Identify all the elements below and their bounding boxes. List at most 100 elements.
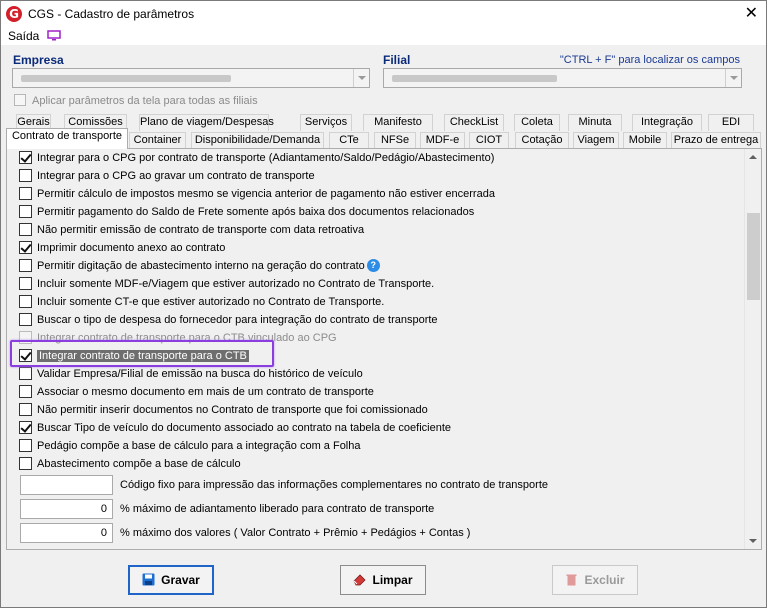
option-row[interactable]: Imprimir documento anexo ao contrato bbox=[19, 241, 225, 256]
option-label: Incluir somente MDF-e/Viagem que estiver… bbox=[37, 278, 435, 290]
window-title: CGS - Cadastro de parâmetros bbox=[28, 7, 195, 21]
tab-cota-o[interactable]: Cotação bbox=[515, 132, 569, 149]
option-label: Incluir somente CT-e que estiver autoriz… bbox=[37, 296, 385, 308]
trash-icon bbox=[566, 574, 577, 586]
option-row[interactable]: Validar Empresa/Filial de emissão na bus… bbox=[19, 367, 363, 382]
option-label: Permitir pagamento do Saldo de Frete som… bbox=[37, 206, 475, 218]
tab-mdf-e[interactable]: MDF-e bbox=[420, 132, 465, 149]
option-label: Pedágio compõe a base de cálculo para a … bbox=[37, 440, 361, 452]
close-icon[interactable]: ✕ bbox=[745, 4, 758, 22]
checkbox-unchecked[interactable] bbox=[19, 385, 32, 398]
scroll-thumb[interactable] bbox=[747, 213, 760, 300]
option-row[interactable]: Pedágio compõe a base de cálculo para a … bbox=[19, 439, 361, 454]
option-row[interactable]: Buscar o tipo de despesa do fornecedor p… bbox=[19, 313, 438, 328]
option-label: Não permitir inserir documentos no Contr… bbox=[37, 404, 428, 416]
title-bar: G CGS - Cadastro de parâmetros ✕ bbox=[1, 1, 766, 27]
checkbox-checked[interactable] bbox=[19, 151, 32, 164]
checkbox-unchecked[interactable] bbox=[19, 277, 32, 290]
option-row[interactable]: Integrar para o CPG ao gravar um contrat… bbox=[19, 169, 315, 184]
checkbox-unchecked[interactable] bbox=[19, 187, 32, 200]
field-label: Código fixo para impressão das informaçõ… bbox=[120, 479, 549, 491]
menu-bar: Saída bbox=[1, 27, 766, 45]
checkbox-unchecked[interactable] bbox=[19, 295, 32, 308]
option-label: Validar Empresa/Filial de emissão na bus… bbox=[37, 368, 363, 380]
option-row[interactable]: Buscar Tipo de veículo do documento asso… bbox=[19, 421, 451, 436]
apply-all-label: Aplicar parâmetros da tela para todas as… bbox=[32, 95, 258, 107]
vertical-scrollbar[interactable] bbox=[744, 149, 761, 549]
checkbox-box bbox=[14, 94, 26, 106]
tab-viagem[interactable]: Viagem bbox=[573, 132, 619, 149]
chevron-down-icon[interactable] bbox=[725, 69, 741, 87]
tab-servi-os[interactable]: Serviços bbox=[300, 114, 352, 131]
tab-mobile[interactable]: Mobile bbox=[623, 132, 667, 149]
option-row[interactable]: Permitir cálculo de impostos mesmo se vi… bbox=[19, 187, 495, 202]
checkbox-checked[interactable] bbox=[19, 421, 32, 434]
option-label: Imprimir documento anexo ao contrato bbox=[37, 242, 226, 254]
numeric-field[interactable]: 0 bbox=[20, 523, 113, 543]
option-row[interactable]: Integrar para o CPG por contrato de tran… bbox=[19, 151, 494, 166]
tab-contrato-de-transporte[interactable]: Contrato de transporte bbox=[6, 128, 128, 149]
tab-checklist[interactable]: CheckList bbox=[444, 114, 504, 131]
empresa-select[interactable] bbox=[12, 68, 370, 88]
option-label: Não permitir emissão de contrato de tran… bbox=[37, 224, 365, 236]
checkbox-unchecked[interactable] bbox=[19, 259, 32, 272]
tab-ciot[interactable]: CIOT bbox=[469, 132, 509, 149]
empresa-label: Empresa bbox=[13, 53, 64, 67]
numeric-field[interactable]: 0 bbox=[20, 499, 113, 519]
chevron-down-icon[interactable] bbox=[353, 69, 369, 87]
option-label: Integrar para o CPG por contrato de tran… bbox=[37, 152, 495, 164]
tab-disponibilidade-demanda[interactable]: Disponibilidade/Demanda bbox=[191, 132, 324, 149]
checkbox-unchecked[interactable] bbox=[19, 223, 32, 236]
tab-edi[interactable]: EDI bbox=[708, 114, 754, 131]
option-row[interactable]: Permitir digitação de abastecimento inte… bbox=[19, 259, 380, 274]
checkbox-unchecked[interactable] bbox=[19, 313, 32, 326]
option-row[interactable]: Associar o mesmo documento em mais de um… bbox=[19, 385, 374, 400]
scroll-down-icon[interactable] bbox=[749, 539, 757, 543]
tab-minuta[interactable]: Minuta bbox=[568, 114, 622, 131]
delete-button-label: Excluir bbox=[584, 573, 625, 587]
checkbox-unchecked[interactable] bbox=[19, 439, 32, 452]
clear-button[interactable]: Limpar bbox=[340, 565, 426, 595]
checkbox-unchecked[interactable] bbox=[19, 457, 32, 470]
action-bar: Gravar Limpar Excluir bbox=[1, 552, 766, 607]
empresa-value-redacted bbox=[21, 75, 231, 82]
scroll-up-icon[interactable] bbox=[749, 155, 757, 159]
tab-coleta[interactable]: Coleta bbox=[514, 114, 560, 131]
checkbox-unchecked[interactable] bbox=[19, 205, 32, 218]
checkbox-unchecked[interactable] bbox=[19, 169, 32, 182]
option-row[interactable]: Não permitir emissão de contrato de tran… bbox=[19, 223, 364, 238]
help-icon[interactable]: ? bbox=[366, 259, 380, 272]
clear-button-label: Limpar bbox=[372, 573, 413, 587]
app-logo-icon: G bbox=[6, 6, 22, 22]
tab-manifesto[interactable]: Manifesto bbox=[363, 114, 433, 131]
option-label: Associar o mesmo documento em mais de um… bbox=[37, 386, 374, 398]
filial-label: Filial bbox=[383, 53, 411, 67]
tab-plano-de-viagem-despesas[interactable]: Plano de viagem/Despesas bbox=[139, 114, 274, 131]
checkbox-checked[interactable] bbox=[19, 241, 32, 254]
option-label: Permitir cálculo de impostos mesmo se vi… bbox=[37, 188, 495, 200]
apply-all-filiais-checkbox: Aplicar parâmetros da tela para todas as… bbox=[14, 94, 258, 107]
monitor-icon[interactable] bbox=[47, 30, 61, 41]
delete-button[interactable]: Excluir bbox=[552, 565, 638, 595]
numeric-field[interactable] bbox=[20, 475, 113, 495]
eraser-icon bbox=[353, 574, 367, 586]
tab-prazo-de-entrega[interactable]: Prazo de entrega bbox=[671, 132, 761, 149]
tab-cte[interactable]: CTe bbox=[329, 132, 369, 149]
tab-container[interactable]: Container bbox=[129, 132, 186, 149]
save-button[interactable]: Gravar bbox=[128, 565, 214, 595]
tab-nfse[interactable]: NFSe bbox=[374, 132, 416, 149]
option-row[interactable]: Permitir pagamento do Saldo de Frete som… bbox=[19, 205, 474, 220]
option-label: Integrar para o CPG ao gravar um contrat… bbox=[37, 170, 315, 182]
focus-highlight-box bbox=[10, 340, 274, 367]
option-row[interactable]: Não permitir inserir documentos no Contr… bbox=[19, 403, 428, 418]
option-row[interactable]: Abastecimento compõe a base de cálculo bbox=[19, 457, 241, 472]
tab-integra-o[interactable]: Integração bbox=[632, 114, 702, 131]
save-button-label: Gravar bbox=[161, 573, 200, 587]
option-row[interactable]: Incluir somente CT-e que estiver autoriz… bbox=[19, 295, 384, 310]
menu-saida[interactable]: Saída bbox=[8, 29, 39, 43]
checkbox-unchecked[interactable] bbox=[19, 403, 32, 416]
option-label: Buscar o tipo de despesa do fornecedor p… bbox=[37, 314, 438, 326]
checkbox-unchecked[interactable] bbox=[19, 367, 32, 380]
filial-select[interactable] bbox=[383, 68, 742, 88]
option-row[interactable]: Incluir somente MDF-e/Viagem que estiver… bbox=[19, 277, 434, 292]
